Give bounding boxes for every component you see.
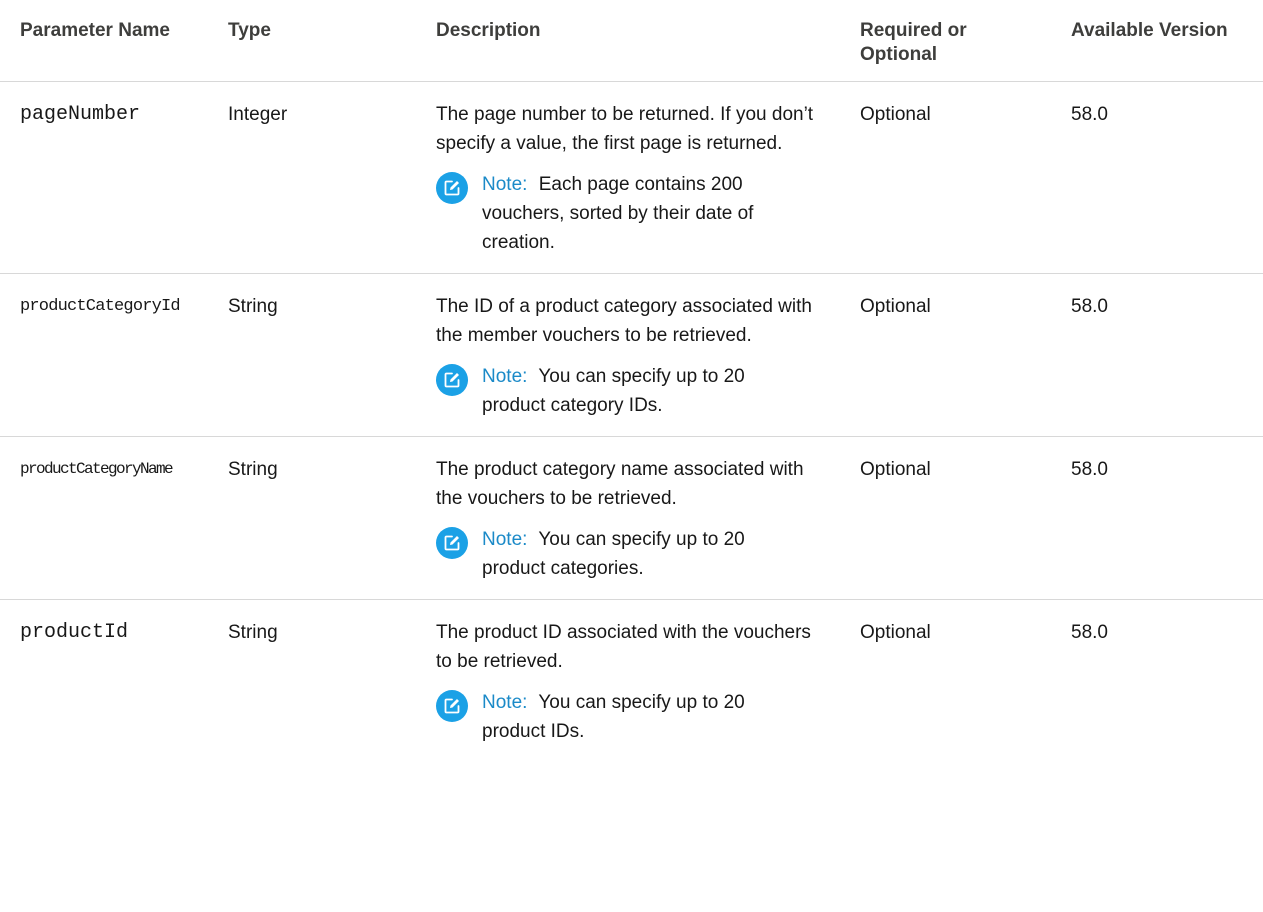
parameter-required: Optional: [860, 622, 931, 643]
parameter-version: 58.0: [1051, 81, 1263, 274]
parameter-description: The page number to be returned. If you d…: [416, 81, 840, 274]
parameter-name: pageNumber: [0, 81, 208, 274]
parameter-description: The product category name associated wit…: [416, 436, 840, 600]
edit-note-icon: [436, 364, 468, 396]
edit-note-icon: [436, 690, 468, 722]
parameter-description: The ID of a product category associated …: [416, 273, 840, 437]
table-row: productCategoryName String The product c…: [0, 436, 1263, 600]
description-text: The product category name associated wit…: [436, 459, 804, 509]
table-row: pageNumber Integer The page number to be…: [0, 81, 1263, 274]
parameter-name: productCategoryId: [0, 273, 208, 437]
edit-note-icon: [436, 527, 468, 559]
parameter-version: 58.0: [1051, 436, 1263, 600]
note-callout: Note: You can specify up to 20 product c…: [436, 362, 830, 420]
parameter-name: productId: [20, 621, 129, 644]
header-row: Parameter Name Type Description Required…: [0, 0, 1263, 82]
table-body: pageNumber Integer The page number to be…: [0, 81, 1263, 763]
note-label: Note:: [482, 366, 528, 387]
parameter-type: Integer: [208, 81, 416, 274]
note-label: Note:: [482, 692, 528, 713]
description-text: The product ID associated with the vouch…: [436, 622, 811, 672]
description-text: The page number to be returned. If you d…: [436, 104, 814, 154]
parameter-required: Optional: [840, 81, 1051, 274]
note-callout: Note: You can specify up to 20 product c…: [436, 525, 830, 583]
description-text: The ID of a product category associated …: [436, 296, 812, 346]
note-callout: Note: You can specify up to 20 product I…: [436, 688, 830, 746]
parameter-name: productCategoryName: [0, 436, 208, 600]
table-row: productCategoryId String The ID of a pro…: [0, 273, 1263, 437]
column-header-parameter-name: Parameter Name: [0, 0, 208, 82]
parameter-type: String: [228, 622, 278, 643]
parameter-description: The product ID associated with the vouch…: [416, 600, 840, 763]
edit-note-icon: [436, 172, 468, 204]
parameter-required: Optional: [840, 436, 1051, 600]
column-header-description: Description: [416, 0, 840, 82]
column-header-version: Available Version: [1051, 0, 1263, 82]
table-row: productId String The product ID associat…: [0, 600, 1263, 763]
parameter-version: 58.0: [1051, 273, 1263, 437]
column-header-required: Required or Optional: [840, 0, 1051, 82]
note-callout: Note: Each page contains 200 vouchers, s…: [436, 170, 830, 257]
parameter-type: String: [208, 273, 416, 437]
parameter-required: Optional: [840, 273, 1051, 437]
note-label: Note:: [482, 174, 528, 195]
parameters-table: Parameter Name Type Description Required…: [0, 0, 1263, 762]
parameter-version: 58.0: [1071, 622, 1108, 643]
parameter-type: String: [208, 436, 416, 600]
table-header: Parameter Name Type Description Required…: [0, 0, 1263, 82]
column-header-type: Type: [208, 0, 416, 82]
note-label: Note:: [482, 529, 528, 550]
